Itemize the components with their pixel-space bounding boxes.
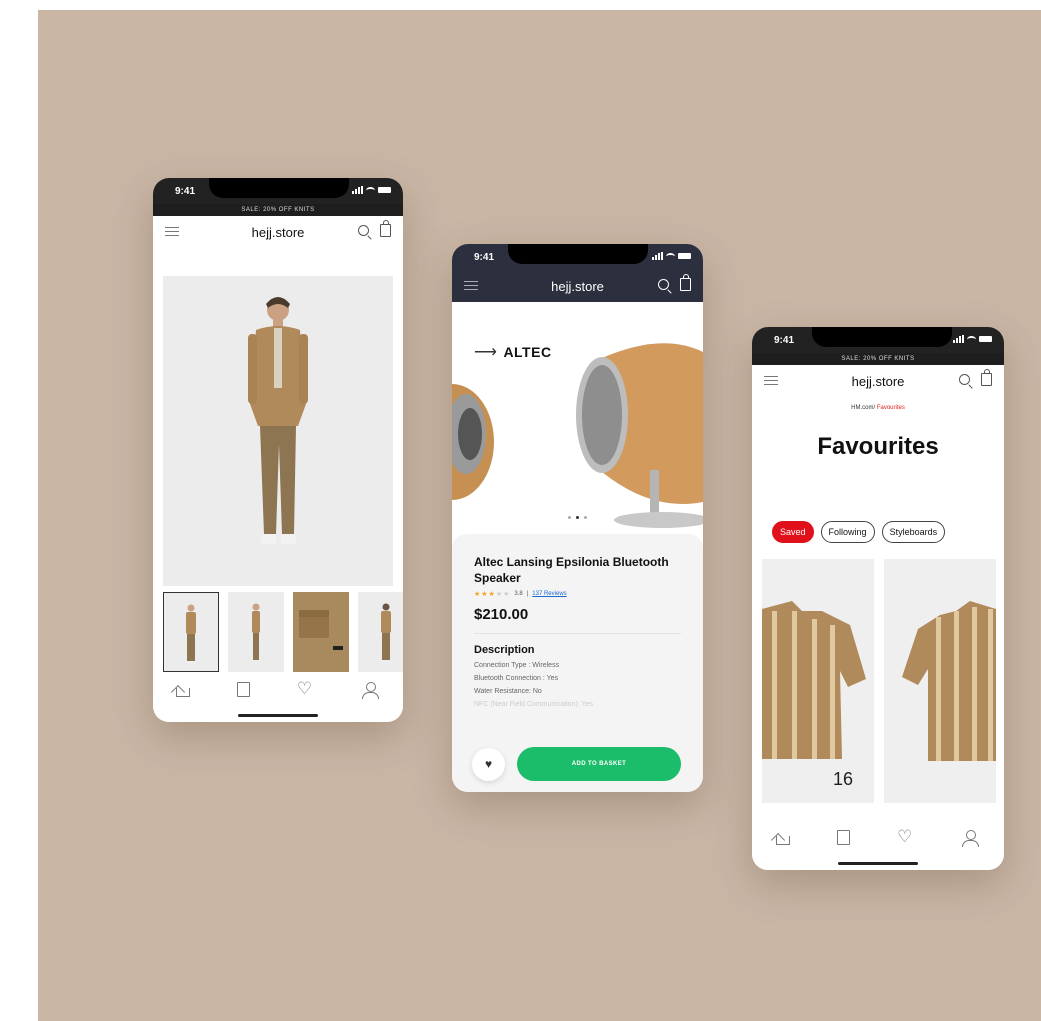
brand-logo[interactable]: hejj.store	[551, 279, 604, 294]
mockup-background: 9:41 SALE: 20% OFF KNITS hejj.store ♡ 9:…	[38, 10, 1041, 1021]
user-icon[interactable]	[361, 682, 380, 699]
home-icon[interactable]	[176, 688, 191, 697]
battery-icon	[678, 253, 691, 259]
rating-stars: ★★★★★	[474, 591, 511, 598]
thumbnail-model	[381, 603, 391, 663]
signal-icon	[953, 335, 964, 343]
search-icon[interactable]	[959, 374, 970, 385]
spec-line: NFC (Near Field Communication): Yes	[474, 701, 594, 708]
status-bar: 9:41	[452, 244, 703, 270]
shopping-bag-icon[interactable]	[237, 682, 251, 697]
thumbnail-1[interactable]	[163, 592, 219, 672]
promo-banner[interactable]: SALE: 20% OFF KNITS	[153, 204, 403, 216]
top-navbar: hejj.store	[752, 365, 1004, 397]
description-title: Description	[474, 644, 535, 656]
favourites-grid: 16	[762, 559, 1004, 803]
product-price: $210.00	[474, 606, 529, 623]
brand-logo[interactable]: hejj.store	[252, 225, 305, 240]
bag-icon[interactable]	[380, 220, 391, 237]
wifi-icon	[666, 252, 675, 260]
menu-icon[interactable]	[464, 281, 478, 290]
heart-filled-icon: ♥	[484, 757, 493, 771]
status-bar: 9:41	[752, 327, 1004, 353]
tab-saved[interactable]: Saved	[772, 521, 814, 543]
search-icon[interactable]	[358, 225, 369, 236]
home-icon[interactable]	[775, 836, 790, 845]
phone-favourites: 9:41 SALE: 20% OFF KNITS hejj.store HM.c…	[752, 327, 1004, 870]
menu-icon[interactable]	[764, 376, 778, 385]
search-icon[interactable]	[658, 279, 669, 290]
wifi-icon	[967, 335, 976, 343]
heart-icon[interactable]: ♡	[297, 680, 315, 698]
rating-row: ★★★★★ 3.8 | 137 Reviews	[474, 590, 681, 598]
product-hero-image[interactable]	[163, 276, 393, 586]
shirt-photo	[902, 601, 996, 761]
bottom-nav: ♡	[153, 674, 403, 722]
thumbnail-model	[186, 604, 196, 664]
menu-icon[interactable]	[165, 227, 179, 236]
shopping-bag-icon[interactable]	[836, 830, 850, 845]
breadcrumb-root[interactable]: HM.com/	[851, 405, 875, 411]
status-icons	[953, 335, 992, 343]
favourites-tabs: Saved Following Styleboards	[772, 521, 946, 543]
product-title: Altec Lansing Epsilonia Bluetooth Speake…	[474, 555, 669, 585]
carousel-dots[interactable]	[568, 516, 587, 519]
speaker-photo	[452, 343, 703, 528]
status-time: 9:41	[774, 335, 795, 346]
brand-logo[interactable]: hejj.store	[852, 374, 905, 389]
signal-icon	[352, 186, 363, 194]
notch	[508, 244, 648, 264]
favourites-count: 16	[833, 769, 854, 789]
status-bar: 9:41	[153, 178, 403, 204]
thumbnail-3[interactable]	[293, 592, 349, 672]
tab-following[interactable]: Following	[820, 521, 875, 543]
shirt-photo	[762, 601, 866, 759]
add-to-basket-button[interactable]: ADD TO BASKET	[517, 747, 681, 781]
tab-styleboards[interactable]: Styleboards	[881, 521, 946, 543]
page-title: Favourites	[817, 433, 939, 460]
reviews-link[interactable]: 137 Reviews	[532, 591, 566, 597]
notch	[209, 178, 349, 198]
user-icon[interactable]	[962, 830, 980, 847]
breadcrumb: HM.com/ Favourites	[752, 405, 1004, 411]
signal-icon	[652, 252, 663, 260]
status-icons	[352, 186, 391, 194]
heart-icon[interactable]: ♡	[897, 828, 915, 846]
product-card[interactable]	[884, 559, 996, 803]
rating-value: 3.8	[514, 591, 523, 597]
spec-line: Connection Type : Wireless	[474, 662, 560, 669]
wifi-icon	[366, 186, 375, 194]
product-card[interactable]	[762, 559, 874, 803]
thumbnail-detail	[299, 610, 343, 650]
divider	[474, 633, 681, 634]
top-navbar: hejj.store	[452, 270, 703, 302]
status-icons	[652, 252, 691, 260]
product-image-carousel[interactable]: ⟶ ALTEC	[452, 302, 703, 534]
status-time: 9:41	[175, 186, 196, 197]
promo-banner[interactable]: SALE: 20% OFF KNITS	[752, 353, 1004, 365]
phone-product-gallery: 9:41 SALE: 20% OFF KNITS hejj.store ♡	[153, 178, 403, 722]
thumbnail-4[interactable]	[358, 592, 403, 672]
favourite-button[interactable]: ♥	[472, 747, 505, 781]
rating-separator: |	[526, 591, 529, 597]
status-time: 9:41	[474, 252, 495, 263]
model-photo	[248, 297, 308, 544]
bottom-nav: ♡	[752, 822, 1004, 870]
phone-product-detail: 9:41 hejj.store ⟶ ALTEC Altec Lansing Ep…	[452, 244, 703, 792]
thumbnail-model	[252, 603, 260, 663]
battery-icon	[378, 187, 391, 193]
top-navbar: hejj.store	[153, 216, 403, 248]
spec-line: Bluetooth Connection : Yes	[474, 675, 559, 682]
battery-icon	[979, 336, 992, 342]
breadcrumb-current: Favourites	[876, 405, 905, 411]
action-bar: ♥ ADD TO BASKET	[452, 736, 703, 792]
spec-line: Water Resistance: No	[474, 688, 542, 695]
bag-icon[interactable]	[981, 369, 992, 386]
thumbnail-strip	[163, 592, 403, 672]
home-indicator	[238, 714, 318, 717]
notch	[812, 327, 952, 347]
thumbnail-2[interactable]	[228, 592, 284, 672]
bag-icon[interactable]	[680, 274, 691, 291]
home-indicator	[838, 862, 918, 865]
